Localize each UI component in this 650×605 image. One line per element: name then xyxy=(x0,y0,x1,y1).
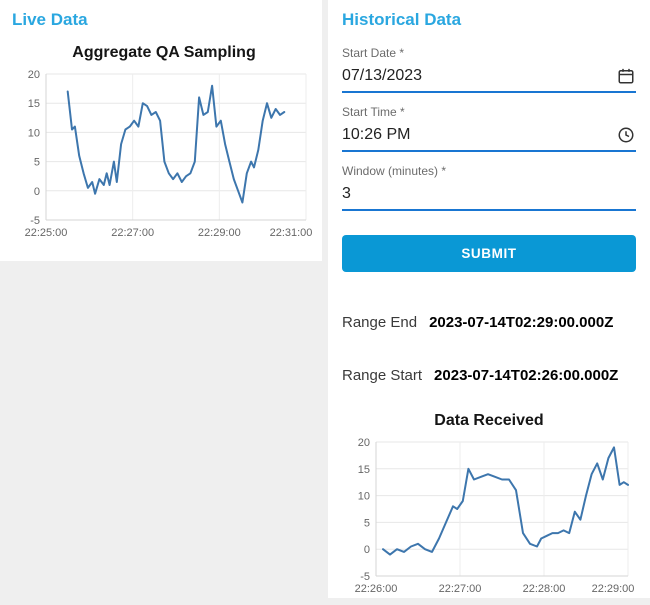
svg-text:22:31:00: 22:31:00 xyxy=(270,227,313,239)
svg-text:22:27:00: 22:27:00 xyxy=(439,583,482,595)
start-time-input[interactable] xyxy=(342,119,636,152)
svg-text:22:28:00: 22:28:00 xyxy=(523,583,566,595)
live-data-title: Live Data xyxy=(12,10,88,29)
svg-text:15: 15 xyxy=(358,464,370,476)
historical-chart-title: Data Received xyxy=(434,412,544,429)
historical-chart: -5 0 5 10 15 20 22:26:00 22:27:00 22:28:00 22:29:… xyxy=(355,437,635,595)
live-data-column: Live Data Aggregate QA Sampling -5 0 5 10 15… xyxy=(0,0,322,598)
start-time-field: Start Time * xyxy=(342,105,636,152)
live-chart-title: Aggregate QA Sampling xyxy=(72,44,256,61)
submit-button[interactable]: SUBMIT xyxy=(342,235,636,272)
start-date-input[interactable] xyxy=(342,60,636,93)
clock-icon[interactable] xyxy=(616,126,636,146)
range-start-label: Range Start xyxy=(342,367,423,384)
range-start-row: Range Start 2023-07-14T02:26:00.000Z xyxy=(342,367,636,384)
svg-text:20: 20 xyxy=(358,437,370,449)
svg-text:10: 10 xyxy=(28,127,40,139)
app-root: Live Data Aggregate QA Sampling -5 0 5 10 15… xyxy=(0,0,650,598)
range-start-value: 2023-07-14T02:26:00.000Z xyxy=(434,367,619,384)
svg-text:0: 0 xyxy=(34,186,40,198)
svg-text:5: 5 xyxy=(34,157,40,169)
svg-text:22:25:00: 22:25:00 xyxy=(25,227,68,239)
range-end-label: Range End xyxy=(342,314,418,331)
svg-text:20: 20 xyxy=(28,69,40,81)
window-minutes-input[interactable] xyxy=(342,178,636,211)
historical-data-card: Historical Data Start Date * Start Time … xyxy=(328,0,650,598)
range-end-row: Range End 2023-07-14T02:29:00.000Z xyxy=(342,314,636,331)
live-data-card: Live Data Aggregate QA Sampling -5 0 5 10 15… xyxy=(0,0,322,261)
historical-data-title: Historical Data xyxy=(342,10,462,29)
window-minutes-label: Window (minutes) * xyxy=(342,164,447,178)
svg-text:10: 10 xyxy=(358,491,370,503)
svg-text:22:26:00: 22:26:00 xyxy=(355,583,398,595)
svg-text:-5: -5 xyxy=(360,571,370,583)
svg-text:22:29:00: 22:29:00 xyxy=(592,583,635,595)
start-date-field: Start Date * xyxy=(342,46,636,93)
start-date-label: Start Date * xyxy=(342,46,405,60)
svg-text:5: 5 xyxy=(364,517,370,529)
svg-text:15: 15 xyxy=(28,98,40,110)
svg-text:22:27:00: 22:27:00 xyxy=(111,227,154,239)
calendar-icon[interactable] xyxy=(616,67,636,87)
svg-text:-5: -5 xyxy=(30,215,40,227)
start-time-label: Start Time * xyxy=(342,105,405,119)
range-end-value: 2023-07-14T02:29:00.000Z xyxy=(429,314,614,331)
window-minutes-field: Window (minutes) * xyxy=(342,164,636,211)
live-chart: -5 0 5 10 15 20 22:25:00 22:27:00 22:29:00 22:31:… xyxy=(25,69,313,239)
svg-text:22:29:00: 22:29:00 xyxy=(198,227,241,239)
svg-text:0: 0 xyxy=(364,544,370,556)
